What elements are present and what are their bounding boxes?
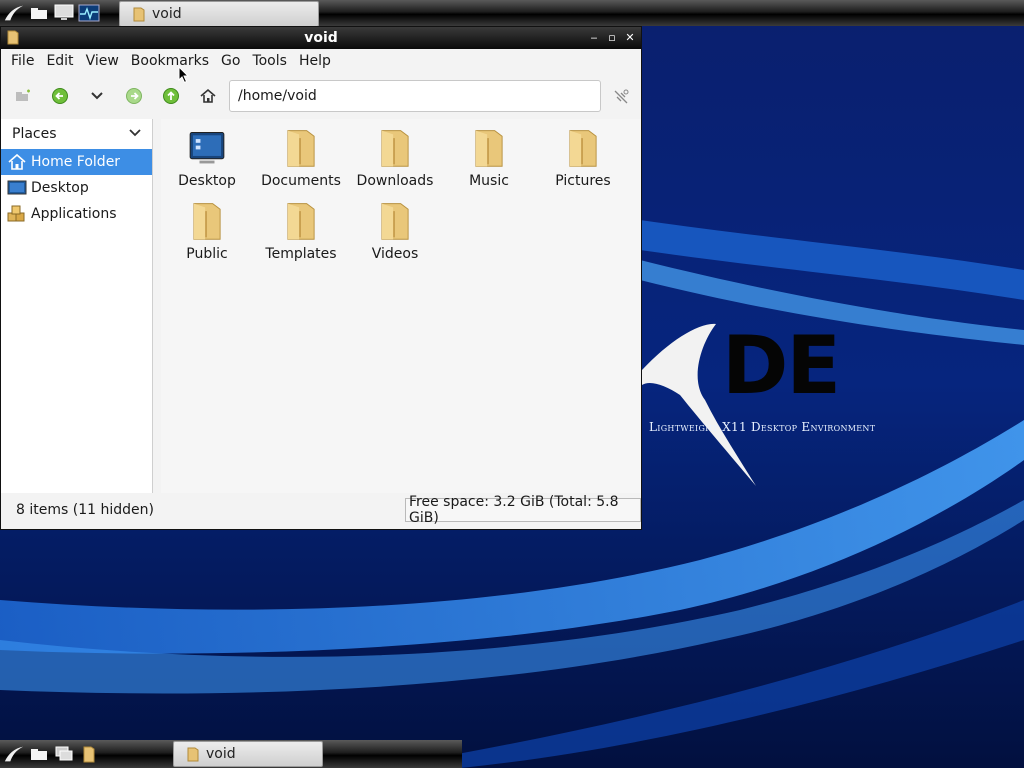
file-item-templates[interactable]: Templates	[254, 194, 348, 262]
wallpaper-logo-text: DE	[722, 319, 841, 412]
window-switcher-icon[interactable]	[53, 743, 75, 765]
file-item-label: Desktop	[178, 173, 236, 189]
folder-launcher-icon[interactable]	[78, 743, 100, 765]
minimize-button[interactable]: ‒	[587, 29, 601, 45]
file-item-label: Documents	[261, 173, 341, 189]
bottom-panel: void	[0, 740, 462, 768]
folder-icon	[133, 7, 145, 22]
menu-file[interactable]: File	[5, 49, 40, 74]
window-title: void	[304, 30, 338, 46]
folder-icon	[381, 130, 409, 167]
maximize-button[interactable]: ▫	[605, 29, 619, 45]
file-manager-launcher-icon[interactable]	[28, 2, 50, 24]
window-titlebar[interactable]: void ‒ ▫ ✕	[1, 27, 641, 49]
sidebar-item-label: Applications	[31, 206, 117, 222]
location-bar-input[interactable]	[229, 80, 601, 112]
back-arrow-icon	[52, 88, 68, 104]
lxde-menu-icon[interactable]	[3, 743, 25, 765]
status-bar: 8 items (11 hidden) Free space: 3.2 GiB …	[1, 493, 641, 529]
taskbar-window-void[interactable]: void	[119, 1, 319, 27]
file-item-label: Downloads	[356, 173, 434, 189]
file-item-label: Pictures	[555, 173, 611, 189]
free-space-status: Free space: 3.2 GiB (Total: 5.8 GiB)	[405, 494, 641, 526]
file-item-music[interactable]: Music	[442, 121, 536, 189]
history-dropdown-button[interactable]	[82, 81, 112, 111]
places-header[interactable]: Places	[1, 119, 152, 149]
lxde-menu-icon[interactable]	[3, 2, 25, 24]
file-item-videos[interactable]: Videos	[348, 194, 442, 262]
chevron-down-icon	[91, 92, 103, 100]
file-item-desktop[interactable]: Desktop	[160, 121, 254, 189]
sidebar-item-home-folder[interactable]: Home Folder	[1, 149, 152, 175]
content-area: Places Home Folder Desktop Applications …	[1, 119, 641, 493]
taskbar-window-void[interactable]: void	[173, 741, 323, 767]
home-icon	[200, 88, 216, 103]
home-button[interactable]	[193, 81, 223, 111]
folder-icon	[381, 203, 409, 240]
sidebar-item-label: Home Folder	[31, 154, 121, 170]
places-header-label: Places	[12, 126, 57, 142]
folder-icon	[187, 747, 199, 762]
mouse-cursor-icon	[178, 66, 190, 84]
system-monitor-icon[interactable]	[78, 2, 100, 24]
menu-help[interactable]: Help	[293, 49, 337, 74]
file-item-label: Videos	[371, 246, 419, 262]
menu-tools[interactable]: Tools	[246, 49, 293, 74]
file-item-downloads[interactable]: Downloads	[348, 121, 442, 189]
file-item-label: Templates	[265, 246, 337, 262]
forward-arrow-icon	[126, 88, 142, 104]
folder-icon	[287, 130, 315, 167]
sidebar-item-label: Desktop	[31, 180, 89, 196]
file-item-label: Music	[469, 173, 509, 189]
folder-icon	[569, 130, 597, 167]
file-manager-window: void ‒ ▫ ✕ File Edit View Bookmarks Go T…	[0, 26, 642, 530]
file-icon-view: Desktop Documents Downloads Music Pictur…	[161, 119, 641, 493]
desktop-icon	[7, 178, 27, 198]
applications-icon	[7, 204, 27, 224]
folder-icon	[193, 203, 221, 240]
menu-bookmarks[interactable]: Bookmarks	[125, 49, 215, 74]
file-manager-launcher-icon[interactable]	[28, 743, 50, 765]
new-tab-icon	[16, 89, 30, 101]
menu-bar: File Edit View Bookmarks Go Tools Help	[1, 49, 641, 74]
menu-view[interactable]: View	[80, 49, 125, 74]
menu-go[interactable]: Go	[215, 49, 246, 74]
sidebar-item-desktop[interactable]: Desktop	[1, 175, 152, 201]
file-item-pictures[interactable]: Pictures	[536, 121, 630, 189]
folder-icon	[287, 203, 315, 240]
home-icon	[7, 152, 27, 172]
folder-icon	[475, 130, 503, 167]
toolbar	[1, 74, 641, 118]
chevron-down-icon	[129, 129, 141, 137]
menu-edit[interactable]: Edit	[40, 49, 79, 74]
back-button[interactable]	[45, 81, 75, 111]
places-sidebar: Places Home Folder Desktop Applications	[1, 119, 153, 493]
item-count-status: 8 items (11 hidden)	[16, 502, 154, 518]
close-button[interactable]: ✕	[623, 29, 637, 45]
new-tab-button[interactable]	[8, 81, 38, 111]
file-item-public[interactable]: Public	[160, 194, 254, 262]
taskbar-window-label: void	[152, 6, 182, 22]
file-item-label: Public	[186, 246, 228, 262]
up-folder-button[interactable]	[156, 81, 186, 111]
top-panel: void	[0, 0, 1024, 27]
desktop-folder-icon	[189, 132, 225, 164]
wallpaper-tagline: Lightweight X11 Desktop Environment	[649, 420, 876, 434]
sidebar-item-applications[interactable]: Applications	[1, 201, 152, 227]
up-arrow-icon	[163, 88, 179, 104]
clear-location-icon[interactable]	[611, 87, 631, 107]
folder-icon	[7, 30, 19, 45]
show-desktop-icon[interactable]	[53, 2, 75, 24]
taskbar-window-label: void	[206, 746, 236, 762]
forward-button[interactable]	[119, 81, 149, 111]
file-item-documents[interactable]: Documents	[254, 121, 348, 189]
